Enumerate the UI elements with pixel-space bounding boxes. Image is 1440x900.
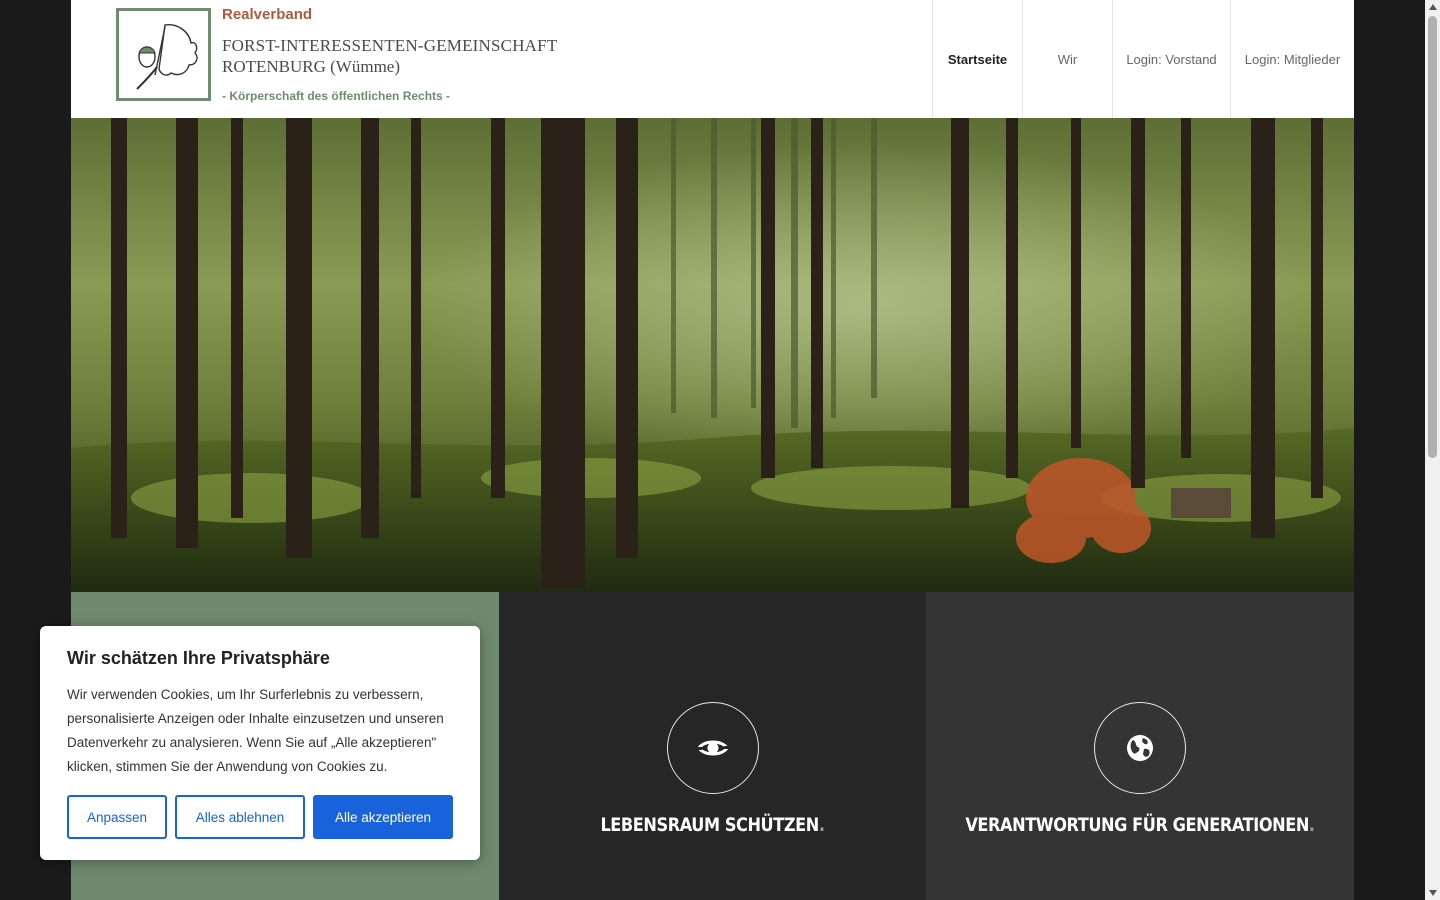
cookie-description: Wir verwenden Cookies, um Ihr Surferlebn… xyxy=(67,687,444,774)
nav-item-login-vorstand[interactable]: Login: Vorstand xyxy=(1112,0,1230,118)
globe-icon xyxy=(1094,702,1186,794)
scroll-thumb[interactable] xyxy=(1428,16,1437,458)
main-nav: Startseite Wir Login: Vorstand Login: Mi… xyxy=(932,0,1354,118)
cookie-title: Wir schätzen Ihre Privatsphäre xyxy=(67,648,330,668)
logo-title-line2: ROTENBURG (Wümme) xyxy=(222,57,401,76)
feature-panel-verantwortung: VERANTWORTUNG FÜR GENERATIONEN. xyxy=(926,592,1354,900)
eye-circular-icon xyxy=(666,702,759,794)
feature-panel-lebensraum: LEBENSRAUM SCHÜTZEN. xyxy=(499,592,926,900)
feature-title: VERANTWORTUNG FÜR GENERATIONEN. xyxy=(965,814,1315,836)
oak-leaf-logo-icon xyxy=(116,8,211,101)
logo-subtitle: - Körperschaft des öffentlichen Rechts - xyxy=(222,89,451,103)
hero-forest-image xyxy=(71,118,1354,592)
logo-realverband: Realverband xyxy=(222,6,313,23)
nav-item-login-mitglieder[interactable]: Login: Mitglieder xyxy=(1230,0,1354,118)
reject-all-button[interactable]: Alles ablehnen xyxy=(175,795,305,839)
accept-all-button[interactable]: Alle akzeptieren xyxy=(313,795,453,839)
logo[interactable]: Realverband FORST-INTERESSENTEN-GEMEINSC… xyxy=(116,0,576,110)
nav-item-startseite[interactable]: Startseite xyxy=(932,0,1022,118)
feature-title: LEBENSRAUM SCHÜTZEN. xyxy=(600,814,825,836)
logo-title-line1: FORST-INTERESSENTEN-GEMEINSCHAFT xyxy=(222,36,558,55)
cookie-consent-dialog: Wir schätzen Ihre Privatsphäre Wir verwe… xyxy=(40,626,480,860)
nav-item-wir[interactable]: Wir xyxy=(1022,0,1112,118)
forest-illustration xyxy=(71,118,1354,592)
header: Realverband FORST-INTERESSENTEN-GEMEINSC… xyxy=(71,0,1354,118)
scroll-up-arrow-icon[interactable] xyxy=(1429,4,1437,10)
scroll-down-arrow-icon[interactable] xyxy=(1429,890,1437,896)
page-scrollbar[interactable] xyxy=(1425,0,1440,900)
customize-button[interactable]: Anpassen xyxy=(67,795,167,839)
